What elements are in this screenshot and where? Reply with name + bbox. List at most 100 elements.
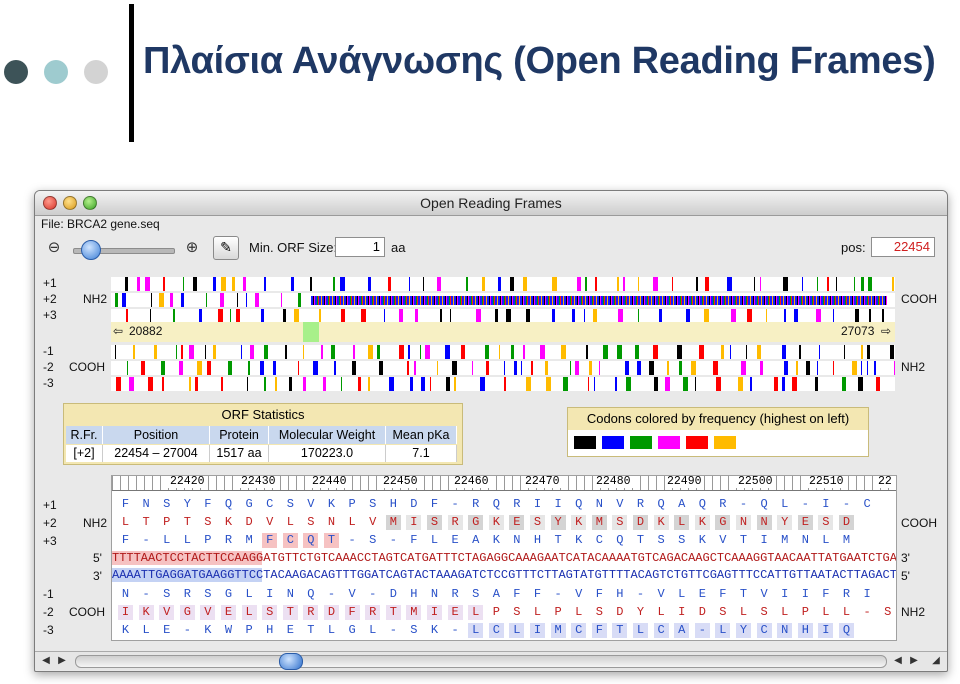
orf-bar — [264, 345, 268, 359]
zoom-slider-knob[interactable] — [81, 240, 101, 260]
legend-swatch-5 — [686, 436, 708, 449]
overview-track-minus1[interactable] — [111, 345, 895, 359]
amino-acid: S — [719, 605, 727, 619]
orf-bar — [506, 309, 511, 323]
amino-acid: F — [533, 587, 542, 601]
amino-acid: I — [781, 587, 789, 601]
amino-acid: T — [142, 515, 150, 529]
orf-bar — [310, 277, 312, 291]
orf-bar — [738, 377, 743, 391]
amino-acid: P — [801, 605, 809, 619]
amino-acid: V — [307, 497, 315, 511]
amino-acid: D — [410, 497, 418, 511]
selected-long-orf[interactable] — [311, 296, 887, 305]
orf-bar — [408, 345, 410, 359]
sequence-view[interactable]: 22420 22430 22440 22450 22460 22470 2248… — [111, 475, 897, 641]
scroll-left-end-icon[interactable]: ◀ — [891, 654, 905, 668]
orf-bar — [836, 277, 837, 291]
frame-label-minus3: -3 — [43, 376, 54, 390]
orf-bar — [816, 309, 821, 323]
orf-bar — [531, 361, 533, 375]
orf-bar — [247, 377, 248, 391]
orf-bar — [480, 377, 485, 391]
amino-acid: F — [262, 533, 278, 548]
pos-field[interactable]: 22454 — [871, 237, 935, 257]
scroll-left-icon[interactable]: ◀ — [39, 654, 53, 668]
overview-track-plus3[interactable] — [111, 309, 895, 323]
orf-bar — [577, 277, 581, 291]
orf-bar — [552, 277, 557, 291]
orf-bar — [498, 277, 501, 291]
seq-5prime-right: 5' — [901, 569, 910, 583]
title-divider — [129, 4, 134, 142]
amino-acid: L — [822, 533, 830, 547]
dna-top-strand[interactable]: TTTTAACTCCTACTTCCAAGGATGTTCTGTCAAACCTAGT… — [112, 551, 896, 565]
amino-acid: P — [348, 497, 356, 511]
overview-track-minus2[interactable] — [111, 361, 895, 375]
title-bar[interactable]: Open Reading Frames — [35, 191, 947, 216]
overview-track-plus2[interactable] — [111, 293, 895, 307]
amino-acid: - — [451, 497, 459, 511]
amino-acid: K — [653, 515, 669, 530]
amino-acid: T — [385, 605, 401, 620]
range-start-arrow-icon[interactable]: ⇦ — [113, 324, 123, 338]
orf-bar — [869, 309, 871, 323]
scroll-track[interactable] — [75, 655, 887, 668]
min-orf-input[interactable]: 1 — [335, 237, 385, 257]
scroll-right-icon[interactable]: ▶ — [55, 654, 69, 668]
orf-bar — [815, 377, 818, 391]
orf-bar — [713, 361, 718, 375]
orf-bar — [248, 361, 250, 375]
resize-grip-icon[interactable]: ◢ — [929, 654, 943, 668]
orf-bar — [485, 345, 489, 359]
legend-swatch-4 — [658, 436, 680, 449]
edit-pencil-button[interactable]: ✎ — [213, 236, 239, 260]
legend-title: Codons colored by frequency (highest on … — [568, 408, 868, 430]
orf-bar — [221, 377, 223, 391]
orf-bar — [410, 377, 413, 391]
amino-acid: D — [324, 605, 339, 620]
overview-track-minus3[interactable] — [111, 377, 895, 391]
overview-track-plus1[interactable] — [111, 277, 895, 291]
scroll-right-end-icon[interactable]: ▶ — [907, 654, 921, 668]
orf-bar — [437, 361, 438, 375]
amino-acid: Q — [303, 533, 319, 548]
zoom-in-icon[interactable]: ⊕ — [183, 238, 201, 256]
legend-swatch-1 — [574, 436, 596, 449]
range-end-arrow-icon[interactable]: ⇨ — [881, 324, 891, 338]
zoom-out-icon[interactable]: ⊖ — [45, 238, 63, 256]
amino-acid: - — [369, 587, 377, 601]
orf-bar — [623, 277, 625, 291]
orf-bar — [876, 377, 880, 391]
amino-acid: S — [427, 515, 442, 530]
orf-bar — [757, 345, 761, 359]
amino-acid: I — [863, 587, 871, 601]
amino-acid: Q — [760, 497, 768, 511]
orf-bar — [625, 361, 629, 375]
amino-acid: M — [245, 533, 253, 547]
orf-bar — [472, 361, 473, 375]
amino-acid: N — [286, 587, 294, 601]
amino-acid: C — [595, 533, 603, 547]
orf-bar — [446, 377, 450, 391]
amino-acid: N — [121, 587, 130, 601]
visible-region-marker[interactable] — [303, 322, 319, 342]
scroll-thumb[interactable] — [279, 653, 303, 670]
horizontal-scrollbar[interactable]: ◀ ▶ ◀ ▶ ◢ — [35, 651, 947, 670]
amino-acid: H — [533, 533, 542, 547]
dna-bottom-strand[interactable]: AAAATTGAGGATGAAGGTTCCTACAAGACAGTTTGGATCA… — [112, 568, 896, 582]
amino-acid: K — [138, 605, 154, 620]
amino-acid: K — [571, 515, 587, 530]
orf-bar — [510, 277, 514, 291]
amino-acid: L — [468, 623, 484, 638]
amino-acid: E — [698, 587, 706, 601]
orf-bar — [452, 361, 457, 375]
orf-bar — [150, 309, 151, 323]
amino-acid: N — [142, 497, 150, 511]
position-strip[interactable]: ⇦ 20882 27073 ⇨ — [111, 322, 895, 342]
amino-acid: Q — [575, 497, 583, 511]
amino-acid: K — [488, 515, 504, 530]
orf-bar — [716, 377, 721, 391]
amino-acid: S — [818, 515, 834, 530]
amino-acid: - — [554, 587, 562, 601]
